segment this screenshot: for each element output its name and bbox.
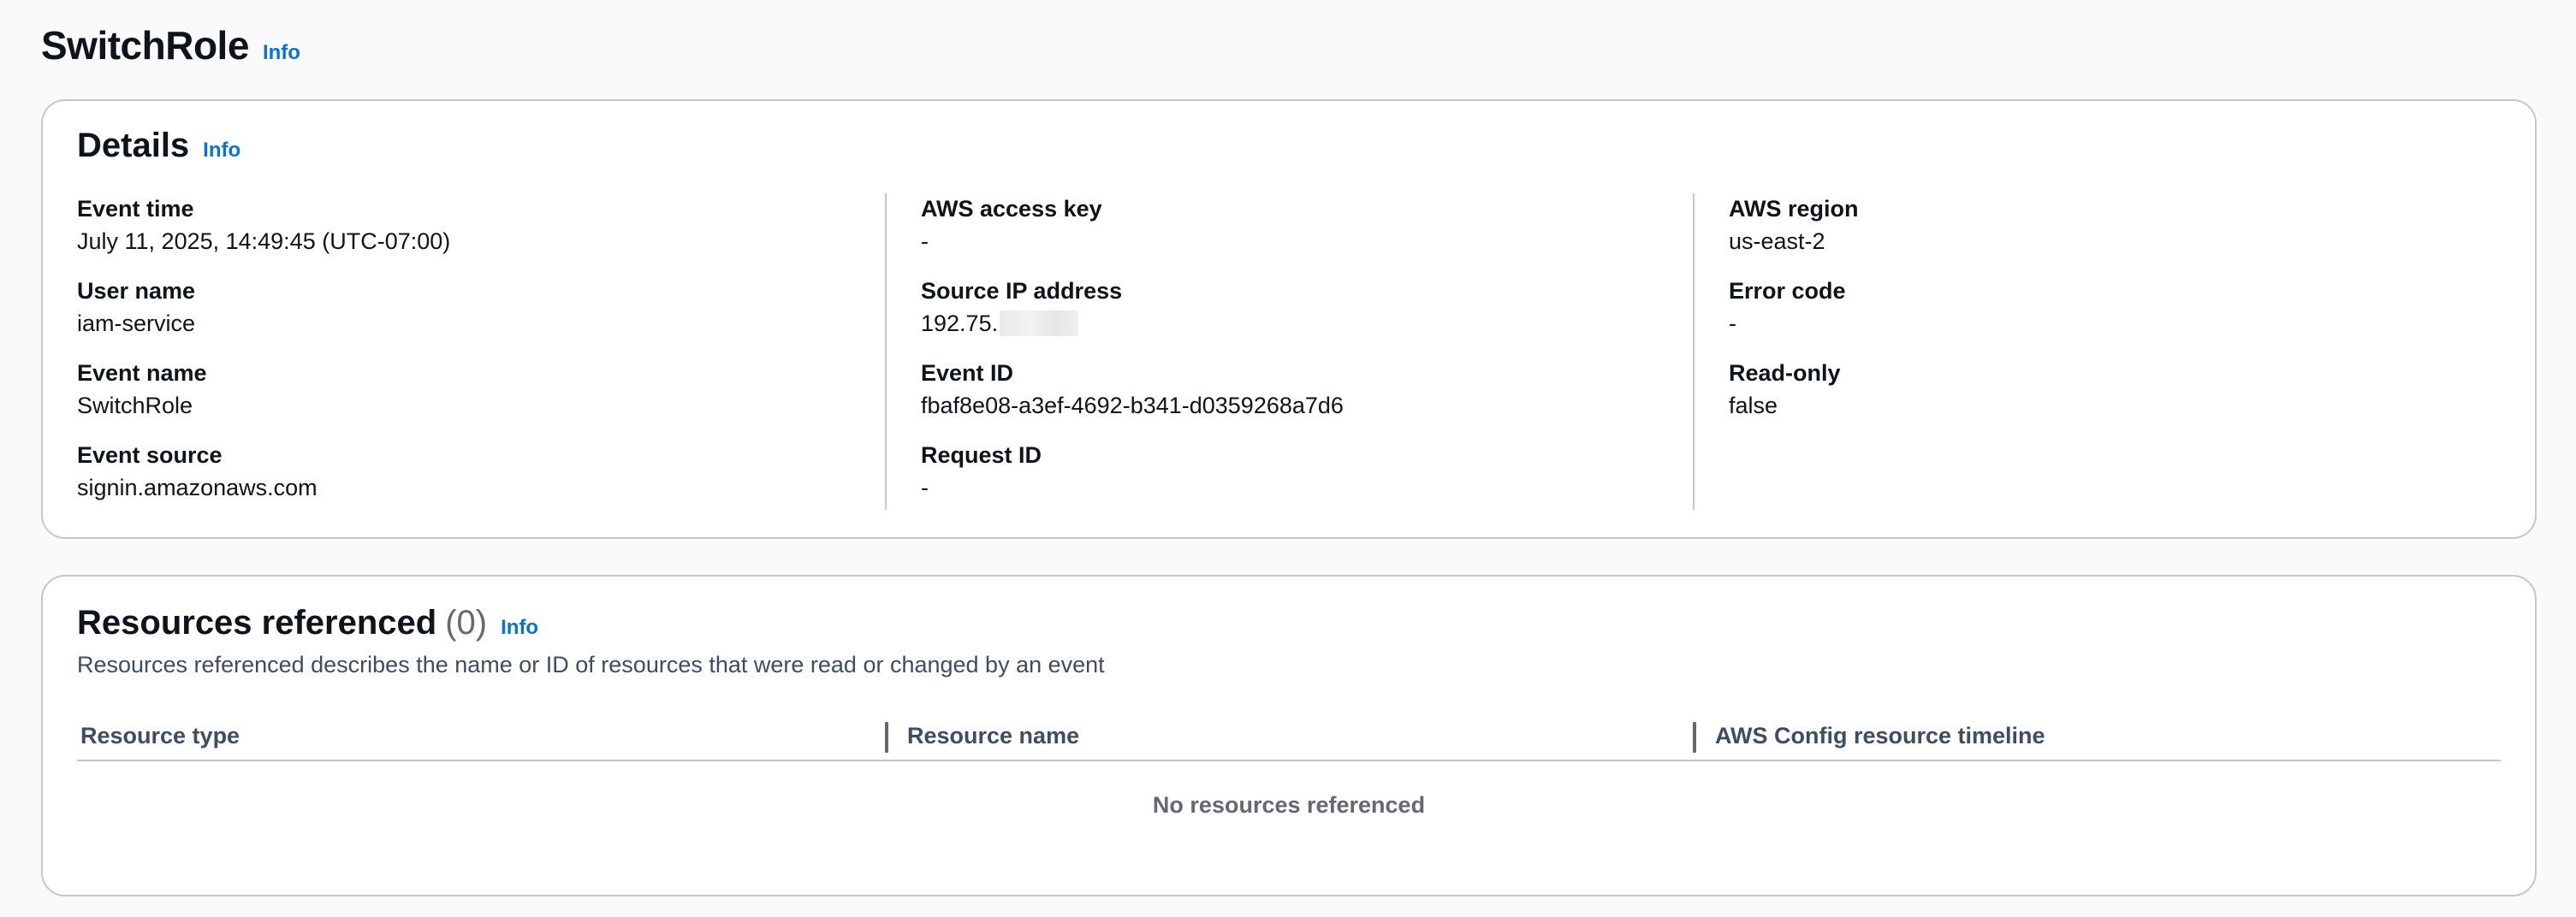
resources-table: Resource type Resource name AWS Config r… <box>77 712 2501 819</box>
region-value: us-east-2 <box>1729 228 1825 254</box>
read-only-label: Read-only <box>1729 360 1841 386</box>
region-label: AWS region <box>1729 196 1859 222</box>
event-id-field: Event ID fbaf8e08-a3ef-4692-b341-d035926… <box>921 358 1676 440</box>
column-header-resource-name-cell[interactable]: Resource name <box>885 712 1693 760</box>
source-ip-value-row: 192.75. <box>921 306 1676 340</box>
event-id-label: Event ID <box>921 360 1014 386</box>
event-source-label: Event source <box>77 442 223 468</box>
error-code-label: Error code <box>1729 278 1846 304</box>
event-time-label: Event time <box>77 196 194 222</box>
resources-title: Resources referenced <box>77 604 437 642</box>
details-column-1: Event time July 11, 2025, 14:49:45 (UTC-… <box>77 193 885 510</box>
event-id-value: fbaf8e08-a3ef-4692-b341-d0359268a7d6 <box>921 393 1344 418</box>
column-resize-handle[interactable] <box>885 722 888 753</box>
event-source-value: signin.amazonaws.com <box>77 475 318 500</box>
resources-header: Resources referenced (0) Info <box>77 604 538 642</box>
resources-panel: Resources referenced (0) Info Resources … <box>41 575 2537 896</box>
page-header: SwitchRole Info <box>41 22 300 68</box>
page-title: SwitchRole <box>41 23 249 68</box>
user-name-label: User name <box>77 278 196 304</box>
error-code-field: Error code - <box>1729 275 2484 358</box>
source-ip-value: 192.75. <box>921 311 999 336</box>
column-header-resource-name: Resource name <box>907 722 1080 748</box>
request-id-field: Request ID - <box>921 440 1676 510</box>
details-column-2: AWS access key - Source IP address 192.7… <box>885 193 1693 510</box>
read-only-field: Read-only false <box>1729 358 2484 428</box>
request-id-value: - <box>921 475 929 500</box>
details-column-3: AWS region us-east-2 Error code - Read-o… <box>1693 193 2501 510</box>
column-header-resource-type[interactable]: Resource type <box>77 712 885 760</box>
event-source-field: Event source signin.amazonaws.com <box>77 440 868 510</box>
resources-info-link[interactable]: Info <box>501 616 538 640</box>
details-grid: Event time July 11, 2025, 14:49:45 (UTC-… <box>77 193 2501 510</box>
redacted-block <box>1000 311 1079 336</box>
source-ip-label: Source IP address <box>921 278 1123 304</box>
empty-state-message: No resources referenced <box>1152 792 1426 818</box>
user-name-value: iam-service <box>77 311 196 336</box>
event-name-label: Event name <box>77 360 207 386</box>
event-time-value: July 11, 2025, 14:49:45 (UTC-07:00) <box>77 228 451 254</box>
region-field: AWS region us-east-2 <box>1729 193 2484 275</box>
column-header-config-timeline: AWS Config resource timeline <box>1715 722 2045 748</box>
column-resize-handle[interactable] <box>1693 722 1696 753</box>
access-key-field: AWS access key - <box>921 193 1676 275</box>
request-id-label: Request ID <box>921 442 1042 468</box>
details-title: Details <box>77 127 190 164</box>
table-header-row: Resource type Resource name AWS Config r… <box>77 712 2501 761</box>
event-name-value: SwitchRole <box>77 393 193 418</box>
read-only-value: false <box>1729 393 1778 418</box>
details-info-link[interactable]: Info <box>203 139 240 163</box>
access-key-value: - <box>921 228 929 254</box>
event-name-field: Event name SwitchRole <box>77 358 868 440</box>
resources-count: (0) <box>445 604 488 642</box>
resources-description: Resources referenced describes the name … <box>77 652 1105 677</box>
access-key-label: AWS access key <box>921 196 1102 222</box>
event-time-field: Event time July 11, 2025, 14:49:45 (UTC-… <box>77 193 868 275</box>
source-ip-field: Source IP address 192.75. <box>921 275 1676 358</box>
details-header: Details Info <box>77 127 240 165</box>
page-info-link[interactable]: Info <box>263 41 300 65</box>
user-name-field: User name iam-service <box>77 275 868 358</box>
error-code-value: - <box>1729 311 1736 336</box>
column-header-config-timeline-cell[interactable]: AWS Config resource timeline <box>1693 712 2501 760</box>
details-panel: Details Info Event time July 11, 2025, 1… <box>41 99 2537 539</box>
